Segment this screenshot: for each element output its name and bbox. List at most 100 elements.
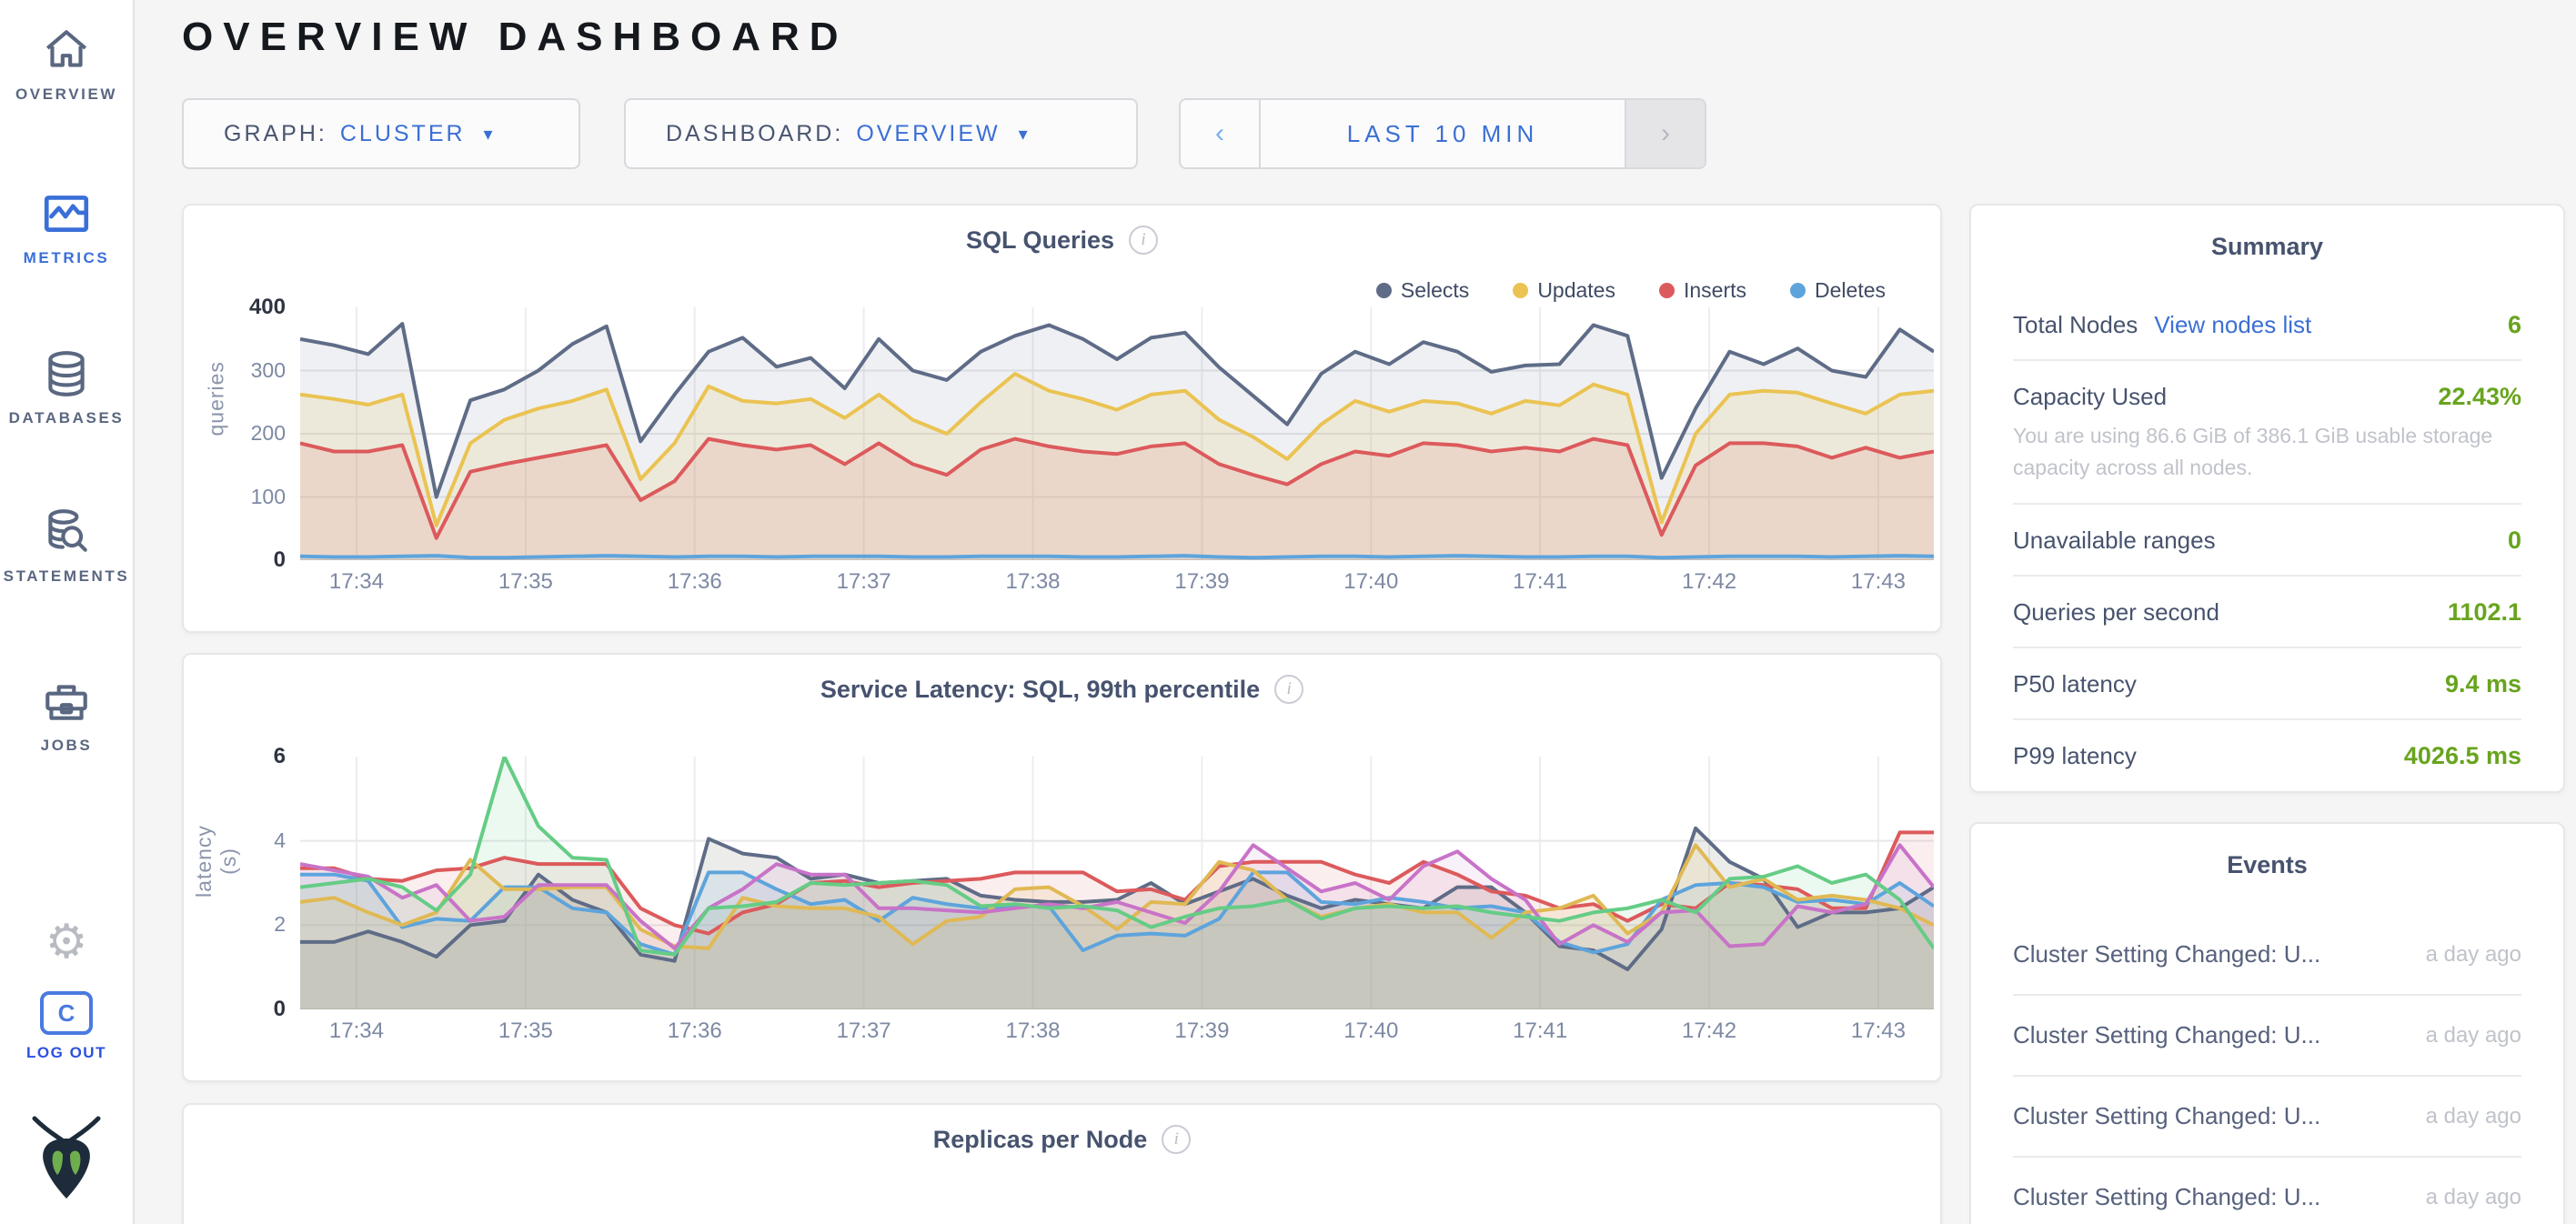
x-axis-tick-label: 17:35 <box>498 569 553 595</box>
time-range-selector[interactable]: LAST 10 MIN <box>1261 100 1625 167</box>
view-nodes-list-link[interactable]: View nodes list <box>2154 311 2311 339</box>
legend-item[interactable]: Selects <box>1376 278 1469 303</box>
x-axis-tick-label: 17:36 <box>668 569 722 595</box>
statements-icon <box>40 506 93 558</box>
x-axis-tick-label: 17:43 <box>1851 1018 1906 1044</box>
summary-row: Total Nodes View nodes list 6 <box>2013 289 2521 361</box>
overview-dashboard-page: OVERVIEW METRICS DATABASES <box>0 0 2576 1224</box>
replicas-per-node-chart-card: Replicas per Node i 1.6k <box>182 1103 1942 1224</box>
legend-item[interactable]: Deletes <box>1790 278 1886 303</box>
event-timestamp: a day ago <box>2426 942 2521 968</box>
legend-dot-icon <box>1659 283 1675 298</box>
x-axis-tick-label: 17:39 <box>1174 569 1229 595</box>
database-icon <box>40 347 93 400</box>
time-prev-button[interactable]: ‹ <box>1181 100 1261 167</box>
event-timestamp: a day ago <box>2426 1023 2521 1048</box>
cockroach-bug-icon <box>27 1111 106 1202</box>
plot-area[interactable] <box>300 307 1934 560</box>
summary-row-value: 22.43% <box>2438 383 2521 411</box>
legend-dot-icon <box>1513 283 1528 298</box>
graph-dropdown[interactable]: GRAPH: CLUSTER ▾ <box>182 98 580 169</box>
y-axis-tick-label: 2 <box>274 912 286 937</box>
x-axis-tick-label: 17:40 <box>1343 1018 1398 1044</box>
y-axis-tick-label: 0 <box>274 547 286 573</box>
summary-row: Capacity Used22.43%You are using 86.6 Gi… <box>2013 361 2521 505</box>
legend-label: Inserts <box>1684 278 1746 303</box>
briefcase-icon <box>40 675 93 727</box>
info-icon[interactable]: i <box>1274 675 1303 704</box>
legend-item[interactable]: Updates <box>1513 278 1615 303</box>
summary-row: P50 latency9.4 ms <box>2013 648 2521 720</box>
logout-button[interactable]: C LOG OUT <box>0 991 133 1062</box>
logout-label: LOG OUT <box>26 1044 106 1062</box>
sidebar-item-statements[interactable]: STATEMENTS <box>0 506 133 586</box>
sql-queries-chart-card: SQL Queries i SelectsUpdatesInsertsDelet… <box>182 204 1942 633</box>
chevron-right-icon: › <box>1661 118 1670 149</box>
info-icon[interactable]: i <box>1129 226 1158 255</box>
sidebar-item-label: STATEMENTS <box>4 567 130 586</box>
events-panel: Events Cluster Setting Changed: U...a da… <box>1969 822 2565 1224</box>
summary-row-value: 6 <box>2508 311 2521 339</box>
sidebar-item-label: DATABASES <box>9 409 125 427</box>
y-axis-tick-label: 6 <box>274 744 286 769</box>
summary-row-label: Total Nodes <box>2013 311 2138 339</box>
event-row[interactable]: Cluster Setting Changed: U...a day ago <box>2013 1077 2521 1158</box>
summary-row-note: You are using 86.6 GiB of 386.1 GiB usab… <box>2013 420 2521 483</box>
summary-row-label: P99 latency <box>2013 742 2137 770</box>
x-axis-tick-label: 17:36 <box>668 1018 722 1044</box>
sidebar-item-metrics[interactable]: METRICS <box>0 187 133 267</box>
legend-label: Deletes <box>1815 278 1886 303</box>
chevron-left-icon: ‹ <box>1215 118 1224 149</box>
sidebar-item-overview[interactable]: OVERVIEW <box>0 24 133 104</box>
event-timestamp: a day ago <box>2426 1185 2521 1210</box>
x-axis-tick-label: 17:40 <box>1343 569 1398 595</box>
x-axis-tick-label: 17:34 <box>329 569 384 595</box>
x-axis-tick-label: 17:34 <box>329 1018 384 1044</box>
legend-dot-icon <box>1376 283 1392 298</box>
info-icon[interactable]: i <box>1162 1125 1191 1154</box>
gear-icon: ⚙ <box>45 918 88 966</box>
sidebar-item-databases[interactable]: DATABASES <box>0 347 133 427</box>
legend-item[interactable]: Inserts <box>1659 278 1746 303</box>
chart-title: Replicas per Node <box>933 1126 1148 1154</box>
x-axis-tick-label: 17:38 <box>1005 1018 1060 1044</box>
event-label: Cluster Setting Changed: U... <box>2013 1021 2320 1049</box>
plot-area[interactable] <box>300 757 1934 1009</box>
chart-legend: Selects Updates Inserts Deletes <box>1376 278 1886 303</box>
chart-svg <box>300 307 1934 560</box>
sidebar-item-label: OVERVIEW <box>15 85 117 104</box>
y-axis-labels: 0100200300400 <box>216 307 286 560</box>
event-label: Cluster Setting Changed: U... <box>2013 1183 2320 1211</box>
cockroach-logo <box>0 1111 133 1202</box>
dashboard-dropdown[interactable]: DASHBOARD: OVERVIEW ▾ <box>624 98 1138 169</box>
legend-label: Selects <box>1401 278 1469 303</box>
x-axis-tick-label: 17:38 <box>1005 569 1060 595</box>
logout-monogram-icon: C <box>40 991 93 1035</box>
y-axis-tick-label: 200 <box>251 421 286 446</box>
chevron-down-icon: ▾ <box>484 123 493 145</box>
sidebar: OVERVIEW METRICS DATABASES <box>0 0 135 1224</box>
page-title: OVERVIEW DASHBOARD <box>182 15 849 60</box>
legend-dot-icon <box>1790 283 1806 298</box>
summary-row: P99 latency4026.5 ms <box>2013 720 2521 790</box>
y-axis-tick-label: 300 <box>251 358 286 383</box>
summary-row-value: 0 <box>2508 527 2521 555</box>
chevron-down-icon: ▾ <box>1019 123 1028 145</box>
y-axis-tick-label: 0 <box>274 997 286 1022</box>
event-row[interactable]: Cluster Setting Changed: U... a day ago <box>2013 996 2521 1077</box>
y-axis-tick-label: 400 <box>249 295 286 320</box>
x-axis-labels: 17:3417:3517:3617:3717:3817:3917:4017:41… <box>300 1018 1934 1048</box>
chart-svg <box>300 757 1934 1009</box>
sidebar-item-jobs[interactable]: JOBS <box>0 675 133 755</box>
y-axis-tick-label: 100 <box>251 485 286 509</box>
event-row[interactable]: Cluster Setting Changed: U... a day ago <box>2013 1158 2521 1224</box>
settings-button[interactable]: ⚙ <box>0 918 133 966</box>
legend-label: Updates <box>1537 278 1615 303</box>
summary-row: Queries per second1102.1 <box>2013 577 2521 648</box>
x-axis-tick-label: 17:39 <box>1174 1018 1229 1044</box>
time-next-button-disabled[interactable]: › <box>1625 100 1705 167</box>
dashboard-dropdown-label: DASHBOARD: <box>666 121 843 147</box>
event-label: Cluster Setting Changed: U... <box>2013 1102 2320 1130</box>
summary-panel: Summary Total NodesView nodes list6Capac… <box>1969 204 2565 793</box>
event-row[interactable]: Cluster Setting Changed: U...a day ago <box>2013 915 2521 996</box>
